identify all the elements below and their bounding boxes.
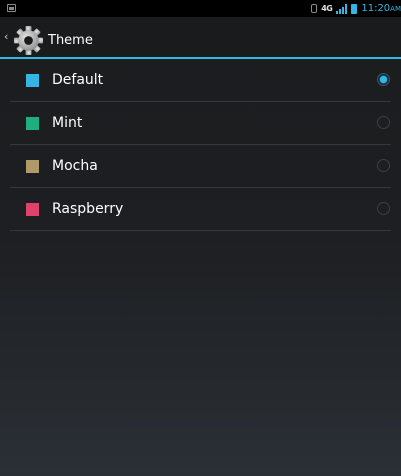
theme-option-default[interactable]: Default xyxy=(10,59,391,102)
theme-label: Mint xyxy=(52,115,83,131)
theme-option-raspberry[interactable]: Raspberry xyxy=(10,188,391,231)
bluetooth-icon xyxy=(311,4,318,13)
page-title: Theme xyxy=(48,33,93,48)
image-notification-icon xyxy=(7,4,16,12)
theme-list: Default Mint Mocha Raspberry xyxy=(0,59,401,231)
radio-button[interactable] xyxy=(377,116,390,129)
radio-button[interactable] xyxy=(377,73,390,86)
battery-icon xyxy=(351,3,358,14)
theme-label: Raspberry xyxy=(52,201,124,217)
radio-button[interactable] xyxy=(377,159,390,172)
color-swatch xyxy=(26,160,39,173)
network-type-label: 4G xyxy=(321,4,333,13)
color-swatch xyxy=(26,203,39,216)
gear-icon[interactable] xyxy=(13,25,44,56)
chevron-left-icon[interactable]: ‹ xyxy=(4,30,8,43)
theme-label: Default xyxy=(52,72,104,88)
color-swatch xyxy=(26,117,39,130)
clock-ampm: AM xyxy=(390,5,401,13)
theme-label: Mocha xyxy=(52,158,98,174)
color-swatch xyxy=(26,74,39,87)
theme-option-mint[interactable]: Mint xyxy=(10,102,391,145)
status-icons: 4G 11:20AM xyxy=(311,1,401,16)
radio-button[interactable] xyxy=(377,202,390,215)
theme-option-mocha[interactable]: Mocha xyxy=(10,145,391,188)
signal-strength-icon xyxy=(336,3,348,14)
status-bar: 4G 11:20AM xyxy=(0,0,401,17)
clock: 11:20AM xyxy=(361,3,401,14)
screen: 4G 11:20AM ‹ Theme Default Mint Mocha Ra… xyxy=(0,0,401,476)
clock-time: 11:20 xyxy=(361,3,391,14)
